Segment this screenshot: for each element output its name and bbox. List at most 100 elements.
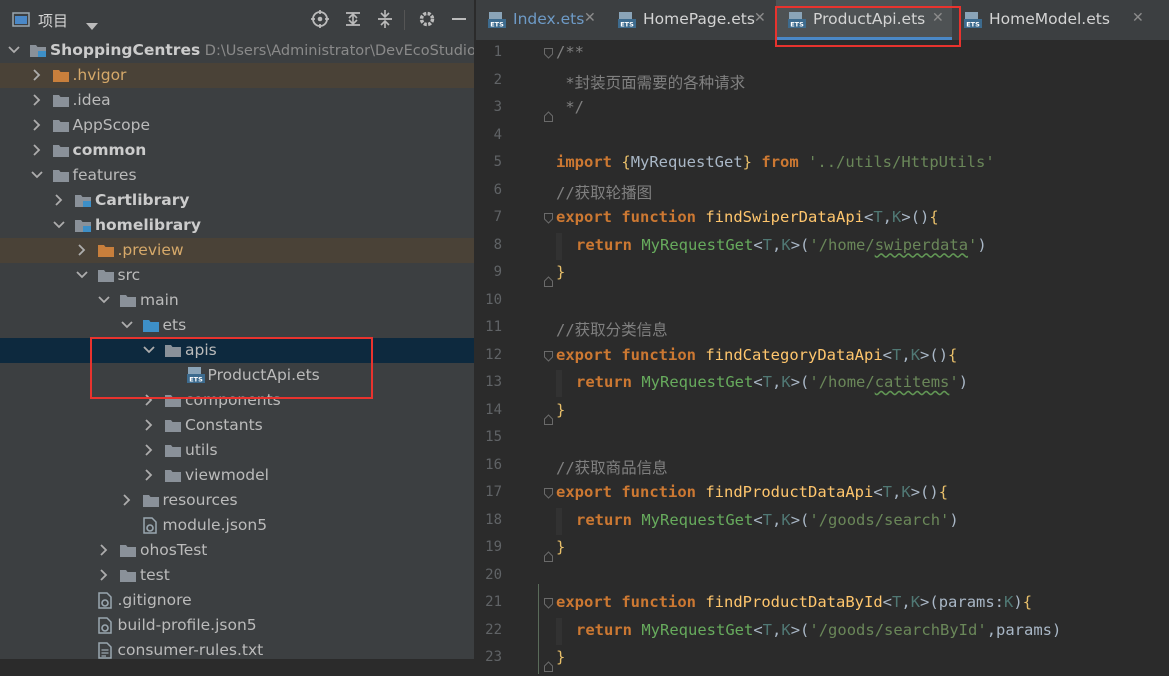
chevron-right-icon[interactable]	[31, 92, 43, 108]
chevron-down-icon[interactable]	[143, 342, 155, 358]
tree-row[interactable]: module.json5	[0, 513, 474, 538]
tree-row[interactable]: main	[0, 288, 474, 313]
chevron-down-icon[interactable]	[86, 16, 98, 35]
fold-marker-icon[interactable]	[544, 410, 553, 425]
tree-row[interactable]: build-profile.json5	[0, 613, 474, 638]
code-token: '	[968, 235, 978, 254]
code-token: <	[882, 345, 892, 364]
editor-tab[interactable]: ETS ProductApi.ets ✕	[776, 0, 952, 40]
code-token: findProductDataById	[705, 593, 883, 611]
chevron-right-icon[interactable]	[31, 67, 43, 83]
ets-file-icon: ETS	[488, 12, 506, 29]
tree-row[interactable]: .preview	[0, 238, 474, 263]
folder-icon	[142, 493, 160, 508]
tree-item-label: Cartlibrary	[95, 191, 190, 209]
chevron-right-icon[interactable]	[143, 442, 155, 458]
tree-row[interactable]: apis	[0, 338, 474, 363]
tree-row[interactable]: .gitignore	[0, 588, 474, 613]
code-token: K	[781, 373, 791, 391]
fold-marker-icon[interactable]	[544, 107, 553, 122]
tree-item-label: module.json5	[162, 516, 268, 534]
project-panel-title[interactable]: 项目	[38, 10, 68, 31]
tree-row[interactable]: features	[0, 163, 474, 188]
expand-all-icon[interactable]	[342, 9, 364, 31]
editor-tab[interactable]: ETS Index.ets ✕	[476, 0, 604, 40]
fold-marker-icon[interactable]	[544, 347, 553, 362]
code-token: T	[882, 483, 893, 501]
code-token: }	[556, 263, 566, 281]
code-area[interactable]: /** *封装页面需要的各种请求 */import {MyRequestGet}…	[538, 40, 1169, 674]
close-icon[interactable]: ✕	[1132, 10, 1144, 26]
project-view-icon[interactable]	[12, 12, 30, 27]
tree-row[interactable]: components	[0, 388, 474, 413]
editor-tab[interactable]: ETS HomeModel.ets ✕	[952, 0, 1152, 40]
editor-tab[interactable]: ETS HomePage.ets ✕	[606, 0, 774, 40]
chevron-right-icon[interactable]	[143, 467, 155, 483]
folder-icon	[97, 268, 115, 283]
svg-text:ETS: ETS	[790, 21, 804, 29]
chevron-right-icon[interactable]	[143, 392, 155, 408]
module-icon	[29, 43, 47, 58]
chevron-down-icon[interactable]	[75, 267, 88, 283]
collapse-all-icon[interactable]	[374, 9, 396, 31]
chevron-right-icon[interactable]	[76, 242, 88, 258]
fold-marker-icon[interactable]	[544, 594, 553, 609]
chevron-down-icon[interactable]	[98, 292, 110, 308]
code-token: }	[556, 538, 566, 556]
fold-marker-icon[interactable]	[544, 44, 553, 59]
tree-row[interactable]: ets	[0, 313, 474, 338]
code-token: <	[863, 208, 874, 226]
tree-item-label: Constants	[185, 416, 263, 434]
line-number: 19	[485, 539, 502, 555]
code-token: T	[892, 345, 902, 364]
tree-row[interactable]: AppScope	[0, 113, 474, 138]
chevron-right-icon[interactable]	[31, 142, 43, 158]
tree-row[interactable]: consumer-rules.txt	[0, 638, 474, 659]
fold-marker-icon[interactable]	[544, 547, 553, 562]
chevron-right-icon[interactable]	[31, 117, 43, 133]
chevron-down-icon[interactable]	[120, 317, 133, 333]
tree-row[interactable]: ShoppingCentres D:\Users\Administrator\D…	[0, 38, 474, 63]
chevron-right-icon[interactable]	[121, 492, 133, 508]
code-token: )	[1013, 593, 1023, 611]
fold-marker-icon[interactable]	[544, 209, 553, 224]
fold-marker-icon[interactable]	[544, 272, 553, 287]
tree-row[interactable]: resources	[0, 488, 474, 513]
tree-row[interactable]: .idea	[0, 88, 474, 113]
tree-row[interactable]: viewmodel	[0, 463, 474, 488]
code-token: ,	[772, 373, 782, 391]
fold-marker-icon[interactable]	[544, 484, 553, 499]
tree-item-label: src	[117, 266, 141, 284]
locate-icon[interactable]	[309, 9, 331, 31]
tree-row[interactable]: ohosTest	[0, 538, 474, 563]
chevron-right-icon[interactable]	[98, 542, 110, 558]
code-token: <	[753, 373, 763, 391]
minimize-icon[interactable]	[448, 9, 470, 31]
close-icon[interactable]: ✕	[584, 10, 596, 26]
tree-row[interactable]: src	[0, 263, 474, 288]
tree-row[interactable]: ETS ProductApi.ets	[0, 363, 474, 388]
tree-row[interactable]: Cartlibrary	[0, 188, 474, 213]
code-token: function	[621, 345, 696, 364]
tree-row[interactable]: Constants	[0, 413, 474, 438]
chevron-down-icon[interactable]	[8, 42, 20, 58]
tree-row[interactable]: utils	[0, 438, 474, 463]
tree-row[interactable]: homelibrary	[0, 213, 474, 238]
chevron-right-icon[interactable]	[53, 192, 65, 208]
chevron-down-icon[interactable]	[53, 217, 65, 233]
tree-row[interactable]: common	[0, 138, 474, 163]
code-token: K	[901, 483, 911, 501]
close-icon[interactable]: ✕	[754, 10, 766, 26]
tree-row[interactable]: test	[0, 563, 474, 588]
tree-row[interactable]: .hvigor	[0, 63, 474, 88]
gear-icon[interactable]	[416, 9, 438, 31]
chevron-right-icon[interactable]	[98, 567, 110, 583]
chevron-right-icon[interactable]	[143, 417, 155, 433]
line-number: 15	[485, 429, 502, 445]
tree-item-label: test	[140, 566, 170, 584]
chevron-down-icon[interactable]	[30, 167, 43, 183]
close-icon[interactable]: ✕	[932, 10, 944, 26]
